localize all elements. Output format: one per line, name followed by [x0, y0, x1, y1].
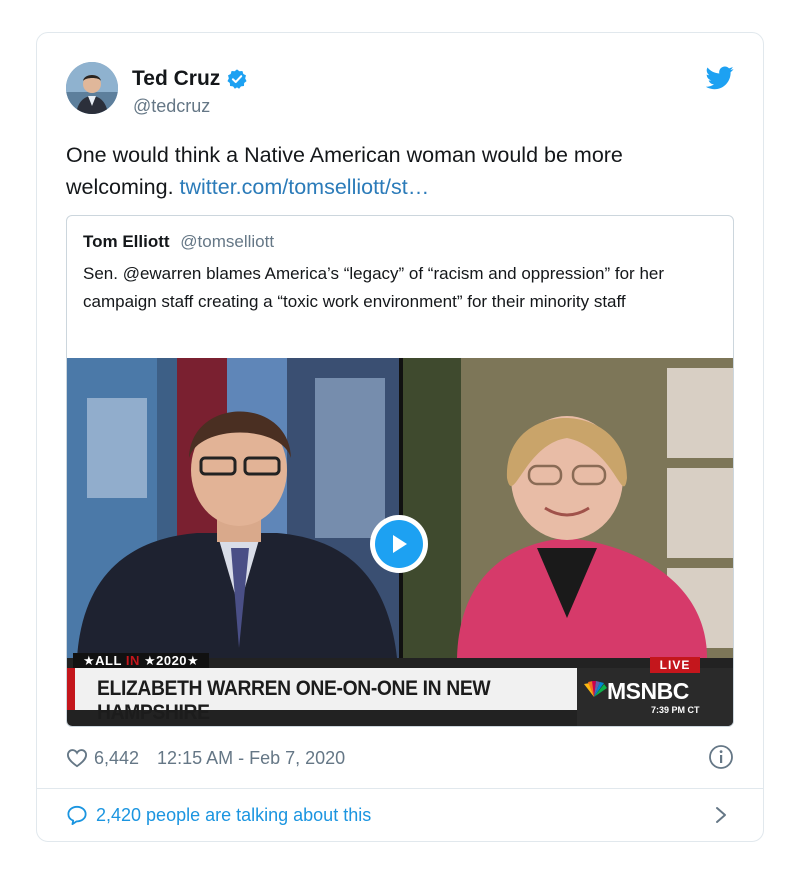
like-count[interactable]: 6,442: [94, 748, 139, 769]
chyron-tag: ★ALL IN ★2020★: [73, 653, 210, 669]
quoted-tweet[interactable]: Tom Elliott @tomselliott Sen. @ewarren b…: [66, 215, 734, 727]
heart-icon[interactable]: [66, 748, 88, 768]
chevron-right-icon[interactable]: [714, 806, 728, 824]
author-handle[interactable]: @tedcruz: [133, 96, 210, 117]
tweet-header: Ted Cruz @tedcruz: [66, 62, 734, 118]
author-avatar[interactable]: [66, 62, 118, 114]
network-logo: MSNBC: [607, 678, 689, 704]
quoted-tweet-text: Sen. @ewarren blames America’s “legacy” …: [83, 264, 665, 311]
chyron-bar: ELIZABETH WARREN ONE-ON-ONE IN NEW HAMPS…: [67, 668, 577, 724]
quoted-tweet-header: Tom Elliott @tomselliott: [83, 232, 274, 252]
tweet-link[interactable]: twitter.com/tomselliott/st…: [180, 175, 430, 199]
chyron-tag-in: IN: [125, 653, 140, 668]
live-badge: LIVE: [650, 657, 700, 673]
tweet-text: One would think a Native American woman …: [66, 139, 726, 203]
info-icon[interactable]: [708, 744, 734, 770]
video-player[interactable]: ★ALL IN ★2020★ ELIZABETH WARREN ONE-ON-O…: [67, 358, 733, 726]
speech-bubble-icon: [67, 805, 87, 825]
chyron-tag-left: ★ALL: [83, 653, 122, 668]
footer-divider: [37, 788, 763, 789]
quoted-author-name: Tom Elliott: [83, 232, 170, 251]
broadcast-clock: 7:39 PM CT: [651, 705, 700, 715]
verified-badge-icon: [227, 69, 247, 89]
play-button[interactable]: [370, 515, 428, 573]
play-icon: [393, 535, 407, 553]
author-name-row: Ted Cruz: [132, 67, 248, 91]
chyron-tag-right: ★2020★: [143, 653, 200, 668]
peacock-logo-icon: [584, 681, 607, 697]
talking-count-text[interactable]: 2,420 people are talking about this: [96, 805, 371, 826]
embedded-tweet-card: Ted Cruz @tedcruz One would think a Nati…: [36, 32, 764, 842]
twitter-bird-icon[interactable]: [706, 66, 734, 90]
play-button-inner: [375, 520, 423, 568]
tweet-timestamp[interactable]: 12:15 AM - Feb 7, 2020: [157, 748, 345, 769]
author-name[interactable]: Ted Cruz: [132, 67, 220, 91]
tweet-meta: 6,442 12:15 AM - Feb 7, 2020: [66, 745, 345, 771]
conversation-link[interactable]: 2,420 people are talking about this: [66, 801, 734, 829]
chyron-headline: ELIZABETH WARREN ONE-ON-ONE IN NEW HAMPS…: [97, 677, 491, 724]
quoted-author-handle: @tomselliott: [180, 232, 275, 251]
